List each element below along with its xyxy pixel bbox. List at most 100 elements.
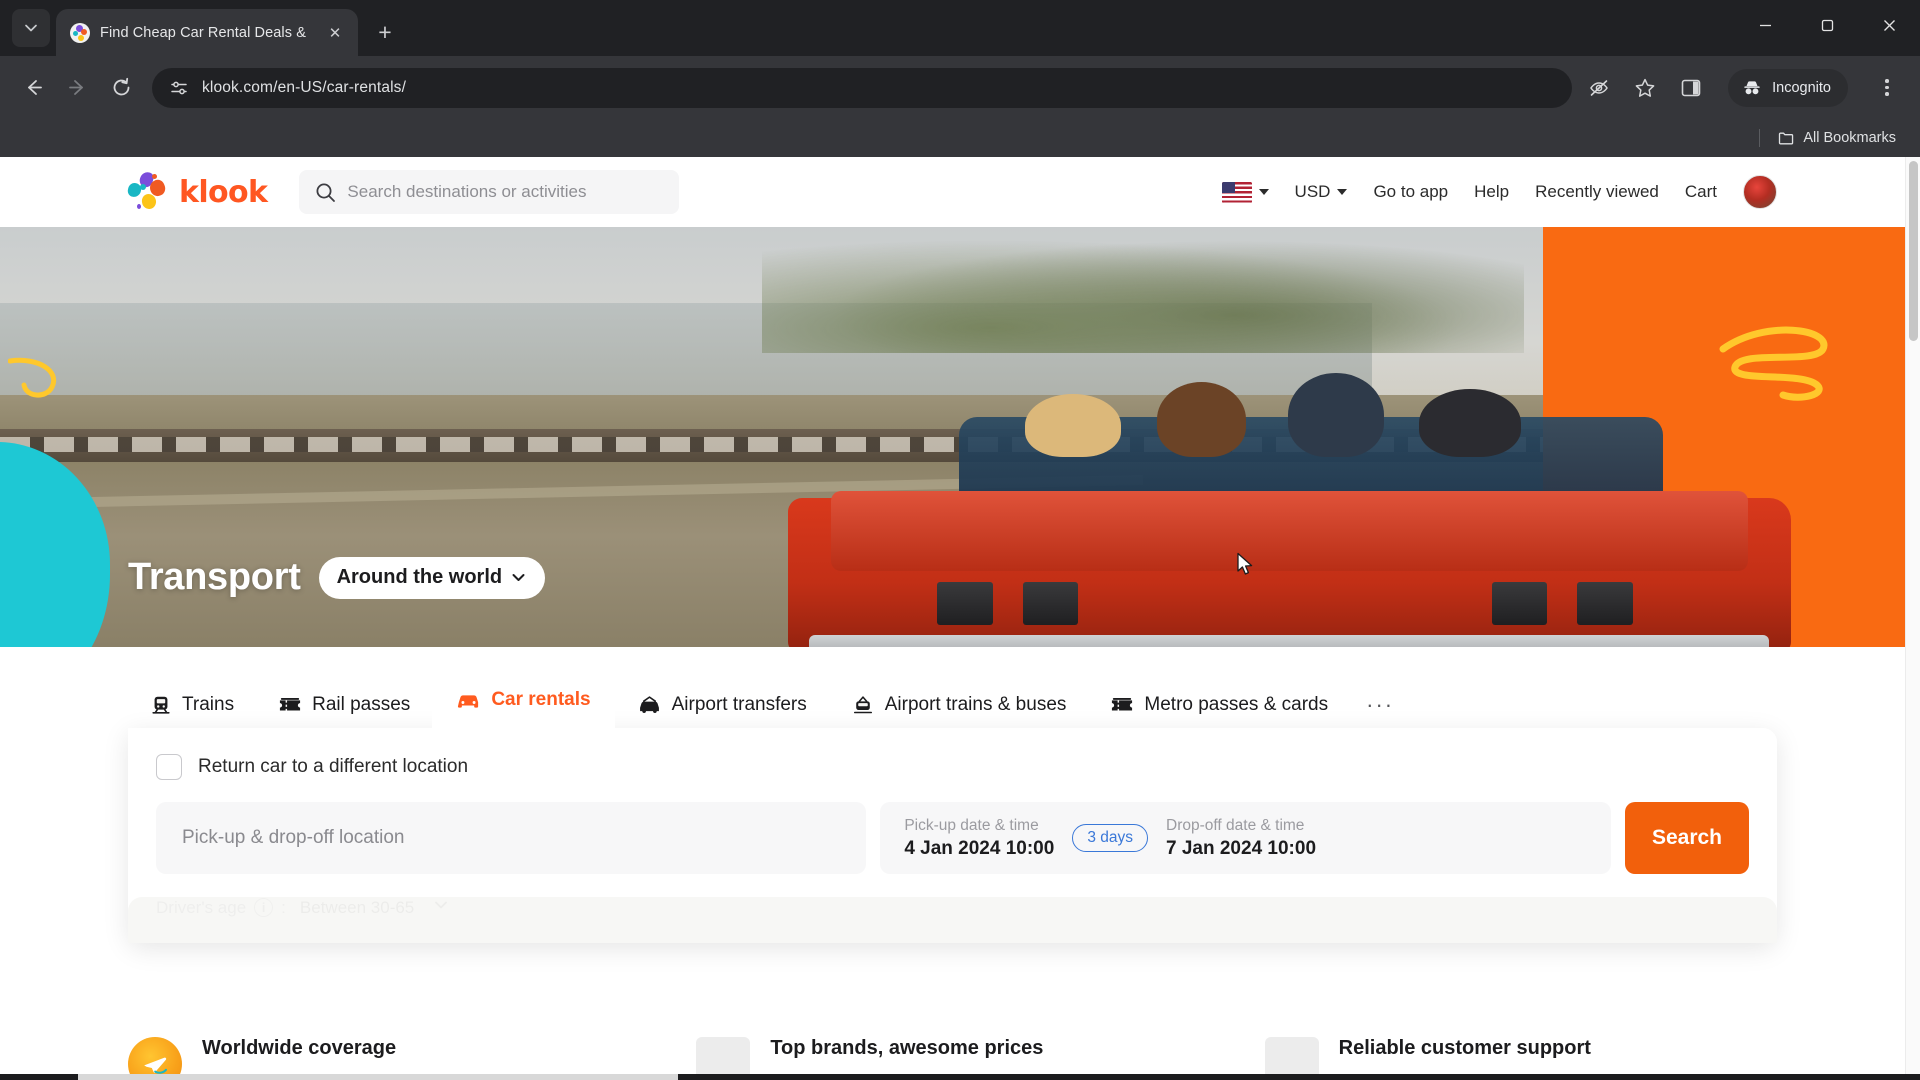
chevron-down-icon: [1258, 189, 1269, 195]
tab-label: Airport trains & buses: [884, 694, 1067, 715]
page-scrollbar[interactable]: [1905, 157, 1920, 1080]
reload-button[interactable]: [100, 67, 142, 109]
tab-strip: Find Cheap Car Rental Deals & ✕ +: [0, 0, 1920, 56]
tab-label: Car rentals: [491, 689, 591, 710]
search-input[interactable]: Search destinations or activities: [299, 170, 680, 214]
duration-badge[interactable]: 3 days: [1072, 824, 1148, 852]
ticket-icon: [1112, 698, 1133, 711]
scrollbar-thumb[interactable]: [1909, 161, 1918, 341]
transport-tabs: Trains Rail passes Car rentals Airport t…: [128, 672, 1777, 943]
browser-toolbar: klook.com/en-US/car-rentals/ Incognito: [0, 56, 1920, 119]
region-label: Around the world: [336, 566, 503, 588]
bookmark-star-icon[interactable]: [1630, 73, 1660, 103]
browser-window: Find Cheap Car Rental Deals & ✕ + klook.…: [0, 0, 1920, 1080]
forward-button[interactable]: [56, 67, 98, 109]
location-placeholder: Pick-up & drop-off location: [182, 827, 405, 848]
different-location-checkbox[interactable]: [156, 754, 182, 780]
toolbar-actions: Incognito: [1584, 68, 1908, 107]
airport-train-icon: [853, 696, 872, 714]
feature-title: Worldwide coverage: [202, 1037, 397, 1059]
maximize-button[interactable]: [1796, 0, 1858, 50]
incognito-label: Incognito: [1772, 79, 1831, 96]
feature-title: Reliable customer support: [1338, 1037, 1591, 1059]
taskbar-edge: [0, 1074, 1920, 1080]
nav-help[interactable]: Help: [1474, 182, 1509, 202]
minimize-icon: [1759, 24, 1771, 26]
nav-cart[interactable]: Cart: [1685, 182, 1717, 202]
chevron-down-icon: [512, 574, 525, 581]
tab-label: Metro passes & cards: [1144, 694, 1329, 715]
different-location-row: Return car to a different location: [156, 754, 1749, 780]
tab-label: Rail passes: [312, 694, 411, 715]
search-fields: Pick-up & drop-off location Pick-up date…: [156, 802, 1749, 874]
user-avatar[interactable]: [1743, 175, 1777, 209]
site-header: klook Search destinations or activities …: [0, 157, 1905, 227]
convertible-car-photo: [724, 370, 1791, 647]
maximize-icon: [1821, 19, 1833, 31]
pickup-datetime[interactable]: Pick-up date & time 4 Jan 2024 10:00: [904, 817, 1054, 860]
header-nav: USD Go to app Help Recently viewed Cart: [1221, 175, 1777, 209]
nav-go-to-app[interactable]: Go to app: [1373, 182, 1448, 202]
location-input[interactable]: Pick-up & drop-off location: [156, 802, 867, 874]
third-party-cookie-blocked-icon[interactable]: [1584, 73, 1614, 103]
us-flag-icon: [1221, 181, 1252, 203]
currency-selector[interactable]: USD: [1295, 182, 1348, 202]
page-title: Transport: [128, 556, 301, 598]
all-bookmarks-button[interactable]: All Bookmarks: [1770, 126, 1904, 151]
dropoff-label: Drop-off date & time: [1166, 816, 1305, 834]
search-placeholder: Search destinations or activities: [347, 182, 587, 201]
reload-icon: [113, 77, 129, 96]
yellow-squiggle-right-icon: [1719, 326, 1828, 401]
currency-label: USD: [1294, 182, 1331, 201]
chevron-down-icon: [1337, 189, 1348, 195]
nav-recently-viewed[interactable]: Recently viewed: [1535, 182, 1659, 202]
new-tab-button[interactable]: +: [368, 15, 402, 49]
side-panel-icon[interactable]: [1676, 73, 1706, 103]
klook-page: klook Search destinations or activities …: [0, 157, 1905, 1080]
pickup-value: 4 Jan 2024 10:00: [904, 837, 1055, 859]
window-controls: [1734, 0, 1920, 50]
tab-search-button[interactable]: [12, 9, 50, 47]
ticket-icon: [280, 698, 301, 711]
tab-car-rentals[interactable]: Car rentals: [432, 672, 615, 728]
language-selector[interactable]: [1221, 181, 1269, 203]
address-bar[interactable]: klook.com/en-US/car-rentals/: [152, 67, 1573, 108]
klook-favicon: [70, 22, 90, 43]
tab-airport-transfers[interactable]: Airport transfers: [615, 682, 829, 728]
tab-close-button[interactable]: ✕: [324, 22, 346, 44]
tab-rail-passes[interactable]: Rail passes: [256, 682, 432, 728]
bookmarks-divider: [1759, 129, 1761, 147]
minimize-button[interactable]: [1734, 0, 1796, 50]
dropoff-datetime[interactable]: Drop-off date & time 7 Jan 2024 10:00: [1166, 817, 1316, 860]
back-arrow-icon: [27, 80, 42, 95]
pickup-label: Pick-up date & time: [904, 816, 1039, 834]
window-close-icon: [1883, 19, 1895, 31]
tab-airport-trains-buses[interactable]: Airport trains & buses: [829, 682, 1089, 728]
train-icon: [152, 696, 170, 714]
feature-title: Top brands, awesome prices: [770, 1037, 1044, 1059]
incognito-indicator[interactable]: Incognito: [1728, 68, 1848, 107]
chevron-down-icon: [25, 24, 37, 32]
page-viewport: klook Search destinations or activities …: [0, 157, 1920, 1080]
dropoff-value: 7 Jan 2024 10:00: [1166, 837, 1317, 859]
hero-banner: Transport Around the world: [0, 227, 1905, 647]
search-button[interactable]: Search: [1625, 802, 1749, 874]
back-button[interactable]: [12, 67, 54, 109]
site-settings-icon[interactable]: [168, 77, 190, 99]
tab-trains[interactable]: Trains: [128, 682, 256, 728]
close-window-button[interactable]: [1858, 0, 1920, 50]
region-selector[interactable]: Around the world: [318, 556, 546, 599]
bookmarks-bar: All Bookmarks: [0, 119, 1920, 157]
tabs-overflow-button[interactable]: ···: [1350, 682, 1410, 728]
klook-logo[interactable]: klook: [126, 170, 268, 212]
forward-arrow-icon: [68, 80, 83, 95]
hero-title-row: Transport Around the world: [128, 556, 546, 599]
tab-label: Trains: [182, 694, 235, 715]
klook-logo-text: klook: [179, 174, 268, 210]
airport-transfer-car-icon: [639, 696, 659, 713]
browser-tab[interactable]: Find Cheap Car Rental Deals & ✕: [56, 9, 358, 56]
three-dot-menu-icon[interactable]: [1870, 71, 1904, 105]
different-location-label[interactable]: Return car to a different location: [198, 756, 468, 778]
tab-metro-passes-cards[interactable]: Metro passes & cards: [1088, 682, 1350, 728]
url-text: klook.com/en-US/car-rentals/: [202, 78, 407, 96]
